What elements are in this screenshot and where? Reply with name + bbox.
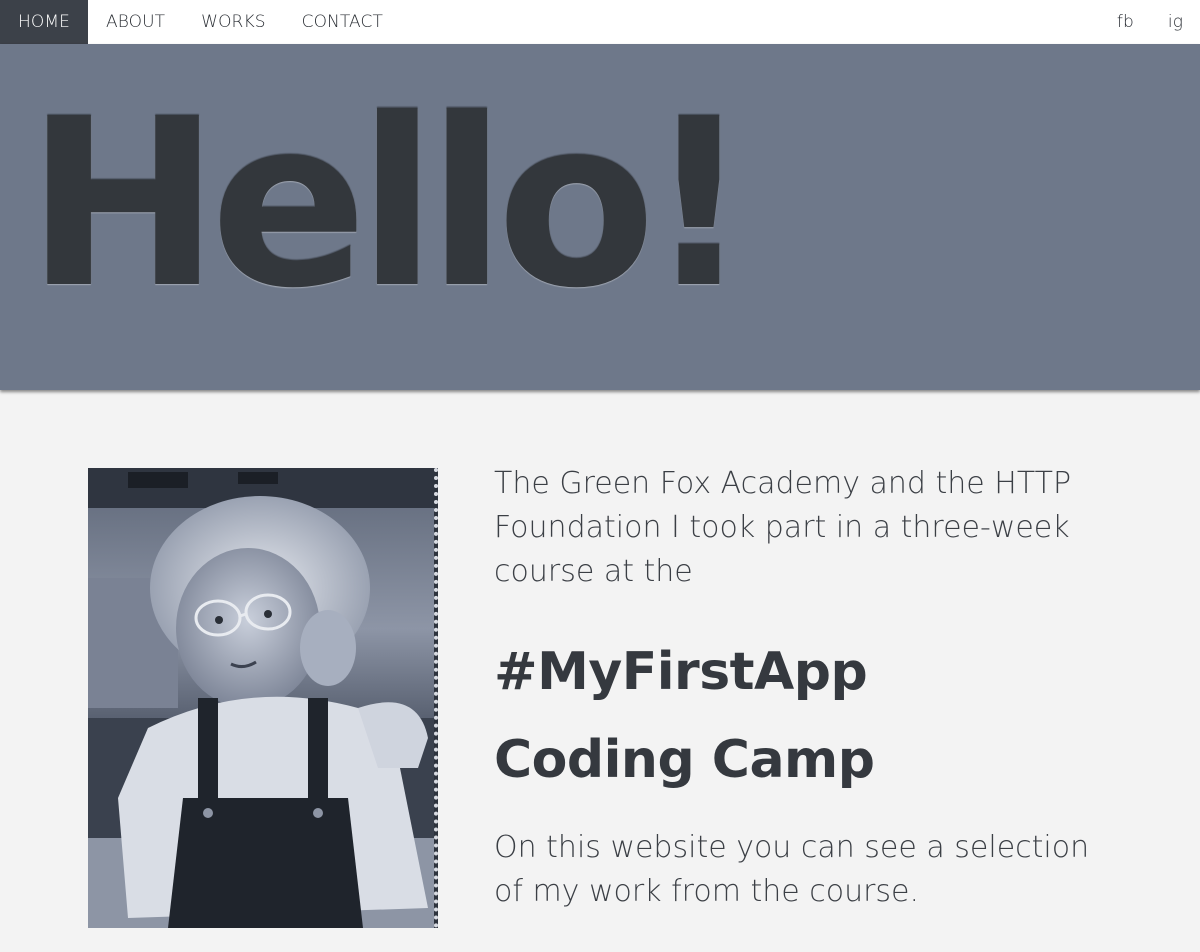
hero-title: Hello! xyxy=(26,69,752,339)
childhood-photo-image xyxy=(88,468,434,928)
childhood-photo xyxy=(88,468,438,928)
nav-about-link[interactable]: ABOUT xyxy=(88,0,183,44)
camp-headline-line1: #MyFirstApp xyxy=(494,642,868,702)
instagram-link[interactable]: ig xyxy=(1151,0,1200,44)
top-navbar: HOME ABOUT WORKS CONTACT fb ig xyxy=(0,0,1200,44)
camp-headline: #MyFirstApp Coding Camp xyxy=(494,628,1134,804)
intro-content: The Green Fox Academy and the HTTP Found… xyxy=(494,462,1134,914)
intro-paragraph: The Green Fox Academy and the HTTP Found… xyxy=(494,466,1072,589)
nav-home-link[interactable]: HOME xyxy=(0,0,88,44)
nav-social-links: fb ig xyxy=(1100,0,1200,44)
nav-main-links: HOME ABOUT WORKS CONTACT xyxy=(0,0,401,44)
nav-works-link[interactable]: WORKS xyxy=(183,0,283,44)
outro-paragraph: On this website you can see a selection … xyxy=(494,830,1090,909)
hero-banner: Hello! xyxy=(0,44,1200,390)
facebook-link[interactable]: fb xyxy=(1100,0,1151,44)
camp-headline-line2: Coding Camp xyxy=(494,730,875,790)
nav-contact-link[interactable]: CONTACT xyxy=(284,0,401,44)
